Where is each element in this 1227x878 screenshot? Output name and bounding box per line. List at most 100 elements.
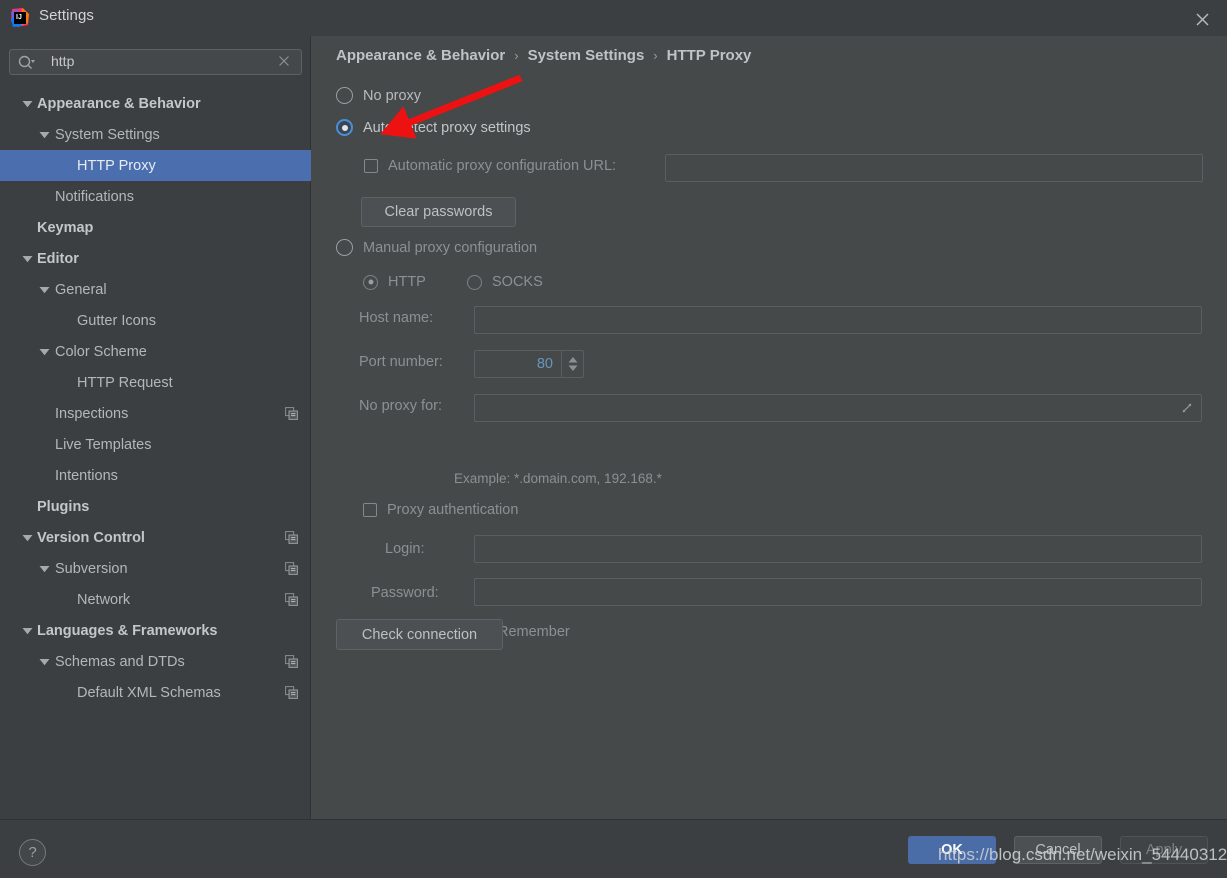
- sidebar-item-intentions[interactable]: Intentions: [0, 460, 311, 491]
- password-row: Password:: [371, 585, 439, 601]
- copy-icon: [285, 407, 298, 420]
- sidebar-item-label: Intentions: [55, 467, 118, 484]
- sidebar-item-notifications[interactable]: Notifications: [0, 181, 311, 212]
- port-number-spinner-arrows[interactable]: [561, 351, 583, 377]
- no-proxy-for-label: No proxy for:: [359, 398, 442, 414]
- help-button[interactable]: ?: [19, 839, 46, 866]
- sidebar-item-label: HTTP Request: [77, 374, 173, 391]
- sidebar-item-network[interactable]: Network: [0, 584, 311, 615]
- chevron-down-icon[interactable]: [38, 346, 50, 358]
- cancel-button[interactable]: Cancel: [1014, 836, 1102, 864]
- manual-proxy-option[interactable]: Manual proxy configuration: [336, 239, 537, 256]
- sidebar-item-plugins[interactable]: Plugins: [0, 491, 311, 522]
- breadcrumb-part-0: Appearance & Behavior: [336, 47, 506, 64]
- proxy-authentication-checkbox[interactable]: [363, 503, 377, 517]
- sidebar-item-http-proxy[interactable]: HTTP Proxy: [0, 150, 311, 181]
- sidebar-item-label: Gutter Icons: [77, 312, 156, 329]
- chevron-down-icon[interactable]: [21, 532, 33, 544]
- no-proxy-option[interactable]: No proxy: [336, 87, 421, 104]
- apply-button[interactable]: Apply: [1120, 836, 1208, 864]
- http-protocol-option[interactable]: HTTP: [363, 274, 426, 290]
- chevron-down-icon[interactable]: [21, 253, 33, 265]
- chevron-down-icon[interactable]: [38, 656, 50, 668]
- sidebar-item-appearance-behavior[interactable]: Appearance & Behavior: [0, 88, 311, 119]
- sidebar-item-label: Live Templates: [55, 436, 152, 453]
- close-icon[interactable]: [1189, 6, 1215, 32]
- chevron-down-icon[interactable]: [21, 98, 33, 110]
- sidebar-item-system-settings[interactable]: System Settings: [0, 119, 311, 150]
- sidebar-item-label: Notifications: [55, 188, 134, 205]
- port-number-value: 80: [536, 356, 553, 372]
- chevron-down-icon[interactable]: [21, 625, 33, 637]
- copy-icon: [285, 562, 298, 575]
- expand-icon[interactable]: [1180, 401, 1195, 416]
- sidebar-item-inspections[interactable]: Inspections: [0, 398, 311, 429]
- password-input[interactable]: [474, 578, 1202, 606]
- sidebar-item-label: Appearance & Behavior: [37, 95, 201, 112]
- no-proxy-for-example: Example: *.domain.com, 192.168.*: [454, 471, 662, 486]
- sidebar-item-label: Color Scheme: [55, 343, 147, 360]
- check-connection-button[interactable]: Check connection: [336, 619, 503, 650]
- socks-protocol-option[interactable]: SOCKS: [467, 274, 543, 290]
- host-name-input[interactable]: [474, 306, 1202, 334]
- sidebar-item-editor[interactable]: Editor: [0, 243, 311, 274]
- settings-sidebar: http Appearance & Behavior System Setting…: [0, 36, 311, 819]
- sidebar-item-label: Network: [77, 591, 131, 608]
- password-label: Password:: [371, 585, 439, 601]
- sidebar-item-subversion[interactable]: Subversion: [0, 553, 311, 584]
- clear-passwords-button[interactable]: Clear passwords: [361, 197, 516, 227]
- sidebar-item-gutter-icons[interactable]: Gutter Icons: [0, 305, 311, 336]
- search-icon: [18, 55, 36, 71]
- copy-icon: [285, 686, 298, 699]
- window-title: Settings: [39, 7, 94, 24]
- socks-protocol-label: SOCKS: [492, 274, 543, 290]
- settings-dialog: IJ Settings http Appearance & Behavior S…: [0, 0, 1227, 878]
- search-value: http: [51, 53, 75, 69]
- port-number-stepper[interactable]: 80: [474, 350, 584, 378]
- sidebar-item-label: Languages & Frameworks: [37, 622, 218, 639]
- sidebar-item-default-xml-schemas[interactable]: Default XML Schemas: [0, 677, 311, 708]
- breadcrumb-separator-icon: ›: [514, 48, 519, 63]
- auto-config-url-option[interactable]: Automatic proxy configuration URL:: [364, 158, 616, 174]
- host-name-row: Host name:: [359, 310, 433, 326]
- search-input[interactable]: http: [9, 49, 302, 75]
- svg-text:IJ: IJ: [16, 14, 22, 21]
- chevron-down-icon[interactable]: [38, 563, 50, 575]
- manual-proxy-radio[interactable]: [336, 239, 353, 256]
- sidebar-item-schemas-and-dtds[interactable]: Schemas and DTDs: [0, 646, 311, 677]
- socks-protocol-radio[interactable]: [467, 274, 482, 290]
- clear-icon[interactable]: [277, 54, 293, 70]
- manual-proxy-label: Manual proxy configuration: [363, 239, 538, 256]
- http-proxy-settings-panel: Appearance & Behavior › System Settings …: [311, 36, 1227, 819]
- auto-config-url-input[interactable]: [665, 154, 1203, 182]
- chevron-down-icon[interactable]: [38, 129, 50, 141]
- http-protocol-radio[interactable]: [363, 274, 378, 290]
- ok-button[interactable]: OK: [908, 836, 996, 864]
- http-protocol-label: HTTP: [388, 274, 426, 290]
- sidebar-item-label: Keymap: [37, 219, 94, 236]
- no-proxy-for-input[interactable]: [474, 394, 1202, 422]
- login-input[interactable]: [474, 535, 1202, 563]
- sidebar-item-label: Inspections: [55, 405, 129, 422]
- auto-config-url-checkbox[interactable]: [364, 159, 378, 173]
- sidebar-item-keymap[interactable]: Keymap: [0, 212, 311, 243]
- breadcrumb-separator-icon: ›: [653, 48, 658, 63]
- sidebar-item-label: General: [55, 281, 107, 298]
- sidebar-item-general[interactable]: General: [0, 274, 311, 305]
- auto-detect-proxy-option[interactable]: Auto-detect proxy settings: [336, 119, 531, 136]
- no-proxy-radio[interactable]: [336, 87, 353, 104]
- sidebar-item-languages-frameworks[interactable]: Languages & Frameworks: [0, 615, 311, 646]
- sidebar-item-version-control[interactable]: Version Control: [0, 522, 311, 553]
- auto-detect-proxy-radio[interactable]: [336, 119, 353, 136]
- auto-detect-proxy-label: Auto-detect proxy settings: [363, 119, 531, 136]
- port-number-row: Port number:: [359, 354, 443, 370]
- proxy-authentication-option[interactable]: Proxy authentication: [363, 502, 518, 518]
- sidebar-item-live-templates[interactable]: Live Templates: [0, 429, 311, 460]
- no-proxy-for-row: No proxy for:: [359, 398, 442, 414]
- sidebar-item-color-scheme[interactable]: Color Scheme: [0, 336, 311, 367]
- breadcrumb-part-1: System Settings: [527, 47, 645, 64]
- chevron-down-icon[interactable]: [38, 284, 50, 296]
- intellij-idea-logo-icon: IJ: [9, 7, 31, 29]
- sidebar-item-label: Default XML Schemas: [77, 684, 221, 701]
- sidebar-item-http-request[interactable]: HTTP Request: [0, 367, 311, 398]
